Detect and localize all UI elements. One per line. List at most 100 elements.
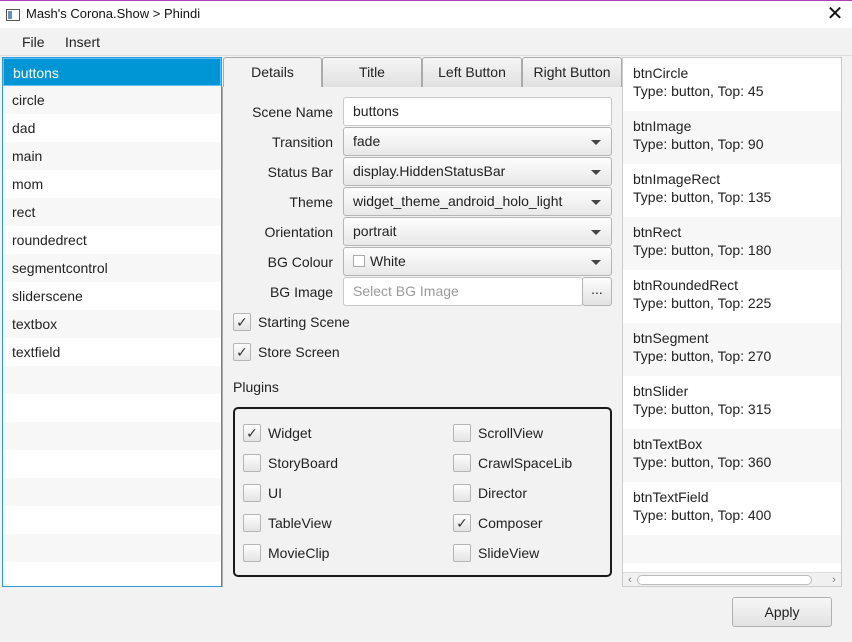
chevron-down-icon	[591, 260, 601, 265]
store-screen-label: Store Screen	[258, 344, 340, 360]
horizontal-scrollbar[interactable]: ‹ ›	[623, 572, 841, 586]
plugin-widget-checkbox[interactable]: ✓ Widget	[243, 423, 393, 443]
empty-list-row	[3, 422, 221, 450]
object-info: Type: button, Top: 90	[633, 136, 764, 152]
close-icon[interactable]: ✕	[824, 3, 846, 25]
plugin-label: UI	[268, 485, 282, 501]
object-name: btnRoundedRect	[633, 277, 739, 293]
object-name: btnTextBox	[633, 436, 703, 452]
object-item-btnTextField[interactable]: btnTextField Type: button, Top: 400	[623, 482, 841, 535]
scroll-right-icon[interactable]: ›	[828, 573, 840, 587]
object-item-btnImage[interactable]: btnImage Type: button, Top: 90	[623, 111, 841, 164]
menu-file[interactable]: File	[22, 34, 45, 50]
object-info: Type: button, Top: 400	[633, 507, 772, 523]
plugin-ui-checkbox[interactable]: UI	[243, 483, 393, 503]
starting-scene-checkbox[interactable]: ✓ Starting Scene	[233, 312, 433, 332]
scene-item-circle[interactable]: circle	[3, 86, 221, 114]
plugin-composer-checkbox[interactable]: ✓ Composer	[453, 513, 603, 533]
theme-select[interactable]: widget_theme_android_holo_light	[343, 187, 612, 216]
scene-list[interactable]: buttons circle dad main mom rect roundedrect se…	[2, 57, 222, 587]
plugin-scrollview-checkbox[interactable]: ScrollView	[453, 423, 603, 443]
bg-colour-select[interactable]: White	[343, 247, 612, 276]
checkmark-icon	[453, 424, 471, 442]
scene-item-main[interactable]: main	[3, 142, 221, 170]
object-info: Type: button, Top: 225	[633, 295, 772, 311]
checkmark-icon	[453, 454, 471, 472]
scrollbar-thumb[interactable]	[637, 575, 812, 585]
object-info: Type: button, Top: 135	[633, 189, 772, 205]
bg-image-label: BG Image	[269, 284, 333, 300]
checkmark-icon: ✓	[233, 313, 251, 331]
bg-colour-label: BG Colour	[267, 254, 333, 270]
object-name: btnSegment	[633, 330, 709, 346]
plugin-tableview-checkbox[interactable]: TableView	[243, 513, 393, 533]
object-item-btnSlider[interactable]: btnSlider Type: button, Top: 315	[623, 376, 841, 429]
object-info: Type: button, Top: 270	[633, 348, 772, 364]
orientation-label: Orientation	[264, 224, 333, 240]
apply-button[interactable]: Apply	[732, 597, 832, 627]
empty-list-row	[3, 534, 221, 562]
scene-objects-list[interactable]: btnCircle Type: button, Top: 45 btnImage Ty…	[622, 57, 842, 587]
checkmark-icon	[453, 484, 471, 502]
object-item-btnRect[interactable]: btnRect Type: button, Top: 180	[623, 217, 841, 270]
plugin-crawlspacelib-checkbox[interactable]: CrawlSpaceLib	[453, 453, 603, 473]
scene-item-rect[interactable]: rect	[3, 198, 221, 226]
transition-label: Transition	[272, 134, 333, 150]
browse-bg-image-button[interactable]: ...	[582, 277, 612, 306]
store-screen-checkbox[interactable]: ✓ Store Screen	[233, 342, 433, 362]
starting-scene-label: Starting Scene	[258, 314, 350, 330]
scene-item-textfield[interactable]: textfield	[3, 338, 221, 366]
details-panel: Scene Name buttons Transition fade Statu…	[222, 87, 622, 587]
plugin-label: Composer	[478, 515, 543, 531]
checkmark-icon: ✓	[243, 424, 261, 442]
plugin-slideview-checkbox[interactable]: SlideView	[453, 543, 603, 563]
scene-item-buttons[interactable]: buttons	[3, 58, 221, 86]
scene-item-segmentcontrol[interactable]: segmentcontrol	[3, 254, 221, 282]
plugin-director-checkbox[interactable]: Director	[453, 483, 603, 503]
checkmark-icon	[243, 484, 261, 502]
scene-item-mom[interactable]: mom	[3, 170, 221, 198]
object-info: Type: button, Top: 45	[633, 83, 764, 99]
plugin-movieclip-checkbox[interactable]: MovieClip	[243, 543, 393, 563]
status-bar-select[interactable]: display.HiddenStatusBar	[343, 157, 612, 186]
plugins-group: ✓ Widget StoryBoard UI TableView MovieClip Scr…	[233, 407, 612, 577]
theme-value: widget_theme_android_holo_light	[353, 193, 563, 209]
object-item-btnSegment[interactable]: btnSegment Type: button, Top: 270	[623, 323, 841, 376]
checkmark-icon: ✓	[233, 343, 251, 361]
bg-image-input[interactable]: Select BG Image	[343, 277, 583, 306]
theme-label: Theme	[289, 194, 333, 210]
menu-bar: File Insert	[0, 28, 852, 56]
object-item-btnRoundedRect[interactable]: btnRoundedRect Type: button, Top: 225	[623, 270, 841, 323]
object-name: btnCircle	[633, 65, 689, 81]
scene-item-roundedrect[interactable]: roundedrect	[3, 226, 221, 254]
object-item-btnCircle[interactable]: btnCircle Type: button, Top: 45	[623, 58, 841, 111]
checkmark-icon	[243, 514, 261, 532]
chevron-down-icon	[591, 200, 601, 205]
scene-name-input[interactable]: buttons	[343, 97, 612, 126]
tab-right-button[interactable]: Right Button	[522, 57, 622, 88]
scroll-left-icon[interactable]: ‹	[624, 573, 636, 587]
orientation-select[interactable]: portrait	[343, 217, 612, 246]
checkmark-icon	[453, 544, 471, 562]
tab-details[interactable]: Details	[223, 57, 322, 88]
scene-item-textbox[interactable]: textbox	[3, 310, 221, 338]
plugin-label: Director	[478, 485, 528, 501]
menu-insert[interactable]: Insert	[65, 34, 100, 50]
checkmark-icon	[243, 544, 261, 562]
scene-item-dad[interactable]: dad	[3, 114, 221, 142]
tab-left-button[interactable]: Left Button	[422, 57, 522, 88]
checkmark-icon	[243, 454, 261, 472]
empty-list-row	[3, 506, 221, 534]
transition-select[interactable]: fade	[343, 127, 612, 156]
scene-item-sliderscene[interactable]: sliderscene	[3, 282, 221, 310]
plugin-storyboard-checkbox[interactable]: StoryBoard	[243, 453, 393, 473]
object-item-btnImageRect[interactable]: btnImageRect Type: button, Top: 135	[623, 164, 841, 217]
empty-list-row	[623, 535, 841, 563]
title-bar: Mash's Corona.Show > Phindi ✕	[0, 0, 852, 28]
tab-title[interactable]: Title	[322, 57, 422, 88]
plugin-label: CrawlSpaceLib	[478, 455, 573, 471]
object-item-btnTextBox[interactable]: btnTextBox Type: button, Top: 360	[623, 429, 841, 482]
orientation-value: portrait	[353, 223, 397, 239]
plugin-label: StoryBoard	[268, 455, 339, 471]
empty-list-row	[3, 450, 221, 478]
